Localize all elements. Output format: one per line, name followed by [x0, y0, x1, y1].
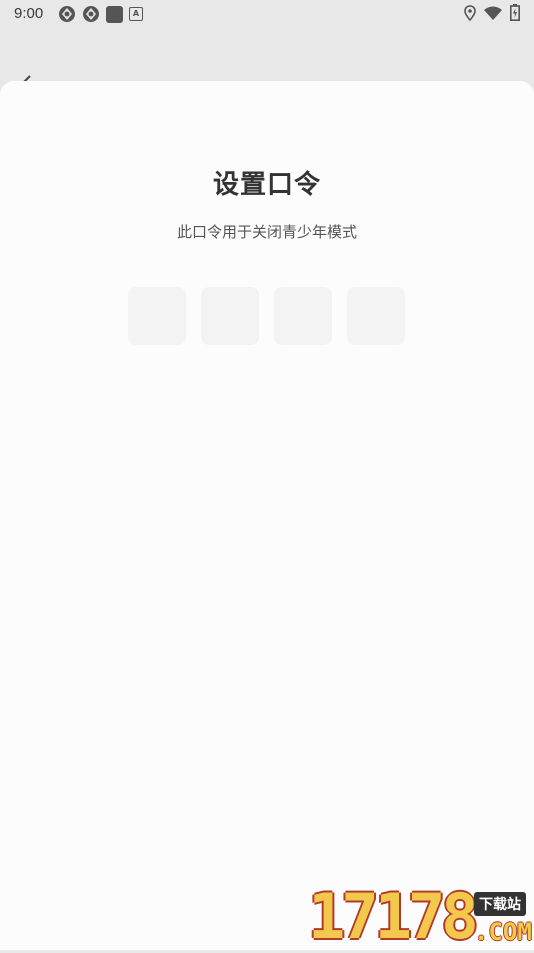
square-app-icon — [106, 5, 123, 23]
wifi-icon — [484, 6, 502, 20]
status-notification-icons: A — [58, 5, 143, 23]
watermark-domain: .COM — [474, 918, 532, 946]
pin-input-box[interactable] — [347, 287, 405, 345]
a-app-icon: A — [129, 7, 143, 21]
watermark-logo: 17178 下载站 .COM — [308, 884, 534, 950]
location-icon — [464, 4, 476, 21]
pin-input-box[interactable] — [201, 287, 259, 345]
watermark-badge: 下载站 — [474, 892, 526, 916]
status-bar: 9:00 A — [0, 0, 534, 28]
pin-input-row[interactable] — [128, 287, 405, 345]
page-subtitle: 此口令用于关闭青少年模式 — [176, 223, 357, 241]
status-time: 9:00 — [14, 5, 44, 22]
aperture-icon — [59, 6, 75, 22]
bottom-sheet: 设置口令 此口令用于关闭青少年模式 — [0, 81, 534, 950]
page-title: 设置口令 — [212, 170, 321, 200]
pin-input-box[interactable] — [274, 287, 332, 345]
aperture-icon — [83, 6, 99, 22]
watermark-digits: 17178 — [308, 880, 479, 953]
pin-input-box[interactable] — [128, 287, 186, 345]
battery-icon — [510, 4, 520, 21]
status-system-icons — [464, 4, 520, 21]
